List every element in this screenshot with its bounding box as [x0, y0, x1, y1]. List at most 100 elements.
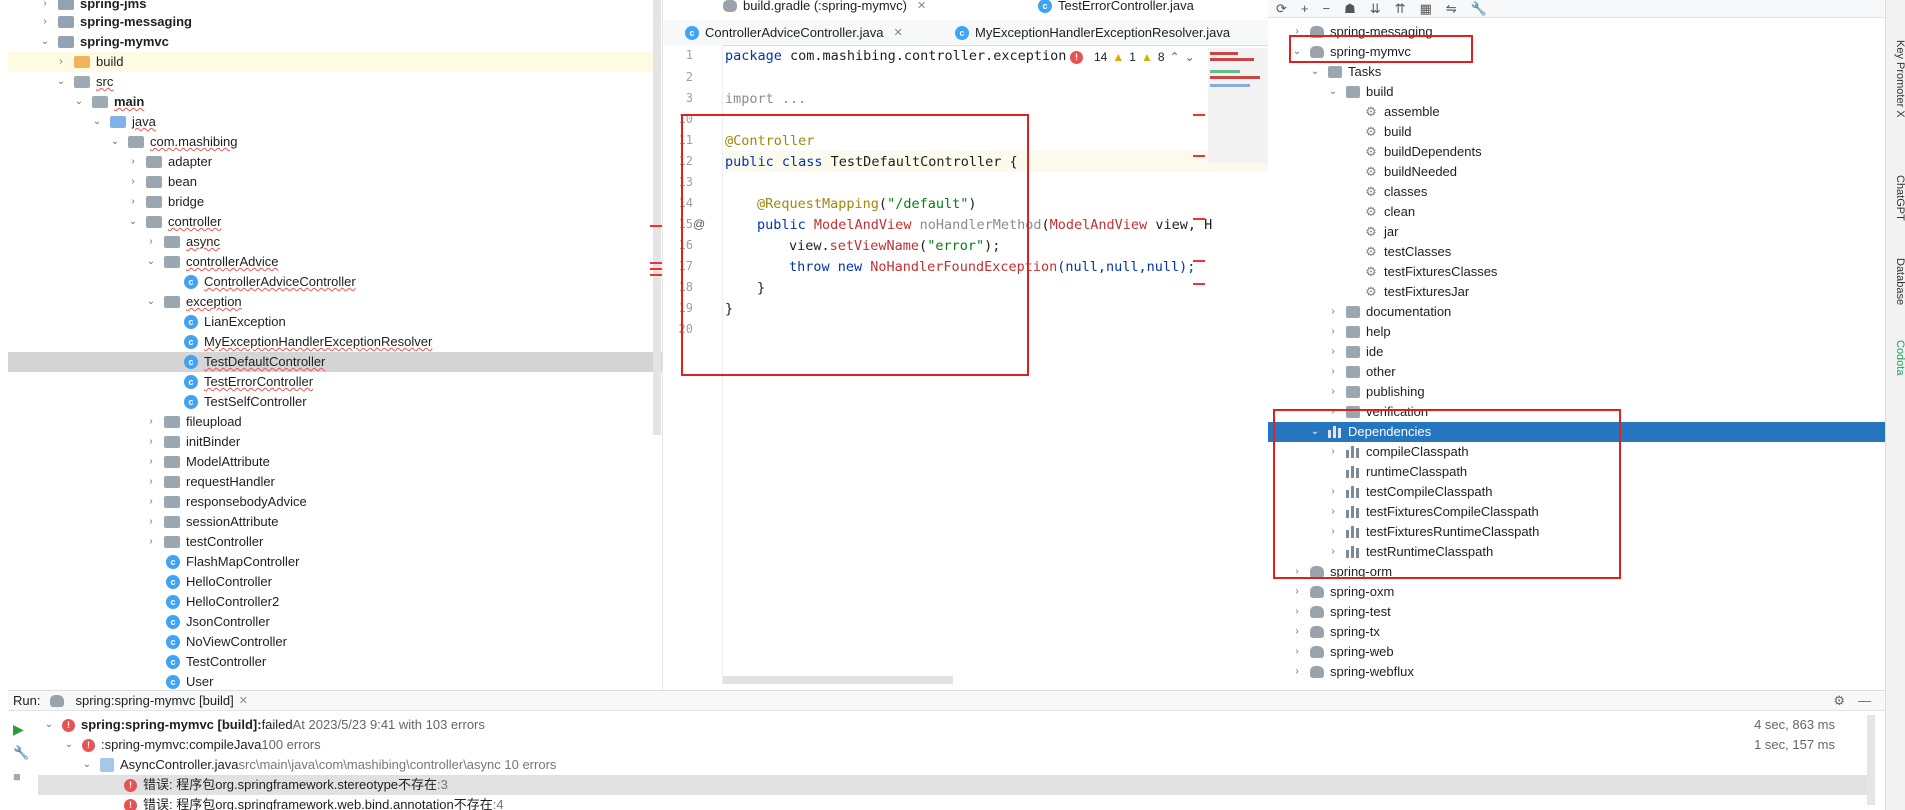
chevron-right-icon[interactable]: ›: [38, 0, 52, 11]
tree-item-hellocontroller[interactable]: c HelloController: [166, 572, 272, 592]
code-line-3[interactable]: import ...: [725, 89, 806, 109]
chevron-right-icon[interactable]: ›: [144, 435, 158, 449]
error-stripe-mark[interactable]: [1193, 283, 1205, 285]
chevron-down-icon[interactable]: ⌄: [1185, 50, 1195, 64]
error-stripe-mark[interactable]: [1193, 218, 1205, 220]
tree-item-exception[interactable]: ⌄ exception: [144, 292, 242, 312]
chevron-right-icon[interactable]: ›: [54, 55, 68, 69]
gear-icon[interactable]: ⚙: [1833, 693, 1845, 709]
chevron-right-icon[interactable]: ›: [144, 475, 158, 489]
close-icon[interactable]: ✕: [917, 0, 926, 18]
codota-tab[interactable]: Codota: [1886, 340, 1905, 375]
chevron-right-icon[interactable]: ›: [1290, 625, 1304, 639]
chevron-down-icon[interactable]: ⌄: [72, 95, 86, 109]
group-icon[interactable]: ▦: [1420, 1, 1432, 17]
toggle-offline-icon[interactable]: ⇋: [1446, 1, 1457, 17]
tree-item-testcontroller[interactable]: c TestController: [166, 652, 266, 672]
chevron-down-icon[interactable]: ⌄: [108, 135, 122, 149]
tree-item-bean[interactable]: › bean: [126, 172, 197, 192]
tree-item-main[interactable]: ⌄ main: [72, 92, 145, 112]
gradle-item-spring-webflux[interactable]: › spring-webflux: [1290, 662, 1414, 682]
chatgpt-tab[interactable]: ChatGPT: [1886, 175, 1905, 221]
tree-item-modelattribute[interactable]: › ModelAttribute: [144, 452, 270, 472]
gradle-item-spring-web[interactable]: › spring-web: [1290, 642, 1393, 662]
tree-item-controlleradvice[interactable]: ⌄ controllerAdvice: [144, 252, 279, 272]
chevron-down-icon[interactable]: ⌄: [38, 35, 52, 49]
gradle-task-testfixturesclasses[interactable]: ⚙ testFixturesClasses: [1364, 262, 1497, 282]
chevron-right-icon[interactable]: ›: [1290, 645, 1304, 659]
tree-item-adapter[interactable]: › adapter: [126, 152, 212, 172]
chevron-right-icon[interactable]: ›: [38, 15, 52, 29]
tree-item-build[interactable]: › build: [8, 52, 662, 72]
chevron-right-icon[interactable]: ›: [1326, 345, 1340, 359]
key-promoter-tab[interactable]: Key Promoter X: [1886, 40, 1905, 118]
chevron-right-icon[interactable]: ›: [1290, 665, 1304, 679]
add-icon[interactable]: +: [1301, 1, 1309, 16]
tree-item-spring-mymvc[interactable]: ⌄ spring-mymvc: [38, 32, 169, 52]
tree-item-initbinder[interactable]: › initBinder: [144, 432, 240, 452]
wrench-icon[interactable]: 🔧: [1471, 1, 1487, 17]
gradle-task-clean[interactable]: ⚙ clean: [1364, 202, 1415, 222]
chevron-right-icon[interactable]: ›: [144, 415, 158, 429]
code-line-1[interactable]: package com.mashibing.controller.excepti…: [725, 46, 1066, 66]
close-icon[interactable]: ✕: [239, 694, 248, 707]
collapse-all-icon[interactable]: ⇈: [1395, 1, 1406, 17]
run-scrollbar[interactable]: [1867, 715, 1875, 805]
tree-item-testcontroller-pkg[interactable]: › testController: [144, 532, 263, 552]
horizontal-scrollbar[interactable]: [723, 676, 953, 684]
chevron-right-icon[interactable]: ›: [144, 455, 158, 469]
tree-item-sessionattribute[interactable]: › sessionAttribute: [144, 512, 278, 532]
tree-item-controlleradvicecontroller[interactable]: c ControllerAdviceController: [184, 272, 356, 292]
stop-icon[interactable]: ■: [13, 769, 21, 784]
chevron-down-icon[interactable]: ⌄: [144, 255, 158, 269]
expand-all-icon[interactable]: ⇊: [1370, 1, 1381, 17]
database-tab[interactable]: Database: [1886, 258, 1905, 305]
gradle-item-other[interactable]: › other: [1326, 362, 1395, 382]
gradle-item-tasks[interactable]: ⌄ Tasks: [1308, 62, 1381, 82]
inspection-widget[interactable]: ! 14 ▲ 1 ▲ 8 ⌃ ⌄: [1070, 50, 1195, 64]
minimap[interactable]: [1208, 48, 1268, 163]
gradle-task-classes[interactable]: ⚙ classes: [1364, 182, 1427, 202]
chevron-right-icon[interactable]: ›: [144, 515, 158, 529]
tree-item-fileupload[interactable]: › fileupload: [144, 412, 241, 432]
chevron-down-icon[interactable]: ⌄: [90, 115, 104, 129]
run-row-compilejava[interactable]: ⌄!:spring-mymvc:compileJava 100 errors: [62, 735, 321, 755]
tree-item-java[interactable]: ⌄ java: [90, 112, 156, 132]
chevron-right-icon[interactable]: ›: [144, 535, 158, 549]
tree-item-testdefaultcontroller[interactable]: c TestDefaultController: [8, 352, 662, 372]
gradle-item-help[interactable]: › help: [1326, 322, 1390, 342]
chevron-right-icon[interactable]: ›: [126, 195, 140, 209]
gradle-item-build-group[interactable]: ⌄ build: [1326, 82, 1394, 102]
run-tab[interactable]: spring:spring-mymvc [build] ✕: [50, 693, 248, 708]
close-icon[interactable]: ✕: [893, 21, 902, 45]
tree-item-bridge[interactable]: › bridge: [126, 192, 204, 212]
chevron-down-icon[interactable]: ⌄: [42, 718, 56, 732]
tree-item-async[interactable]: › async: [144, 232, 220, 252]
error-stripe-mark[interactable]: [1193, 260, 1205, 262]
chevron-right-icon[interactable]: ›: [1326, 365, 1340, 379]
refresh-icon[interactable]: ⟳: [1276, 1, 1287, 17]
chevron-down-icon[interactable]: ⌄: [80, 758, 94, 772]
gradle-task-build[interactable]: ⚙ build: [1364, 122, 1411, 142]
gradle-item-spring-test[interactable]: › spring-test: [1290, 602, 1390, 622]
gradle-task-builddependents[interactable]: ⚙ buildDependents: [1364, 142, 1481, 162]
gradle-run-icon[interactable]: ☗: [1344, 1, 1356, 17]
chevron-down-icon[interactable]: ⌄: [144, 295, 158, 309]
tree-item-noviewcontroller[interactable]: c NoViewController: [166, 632, 287, 652]
chevron-right-icon[interactable]: ›: [1326, 385, 1340, 399]
rerun-icon[interactable]: ▶: [13, 721, 24, 738]
chevron-right-icon[interactable]: ›: [1326, 305, 1340, 319]
gradle-task-testfixturesjar[interactable]: ⚙ testFixturesJar: [1364, 282, 1469, 302]
tree-item-jsoncontroller[interactable]: c JsonController: [166, 612, 270, 632]
chevron-right-icon[interactable]: ›: [1290, 585, 1304, 599]
run-row-error-1[interactable]: ! 错误: 程序包org.springframework.stereotype不存…: [38, 775, 1873, 795]
collapse-icon[interactable]: −: [1323, 1, 1331, 16]
tree-item-flashmapcontroller[interactable]: c FlashMapController: [166, 552, 299, 572]
chevron-right-icon[interactable]: ›: [144, 495, 158, 509]
tree-item-requesthandler[interactable]: › requestHandler: [144, 472, 275, 492]
minimize-icon[interactable]: —: [1858, 693, 1871, 708]
tree-item-user[interactable]: c User: [166, 672, 213, 690]
gradle-item-spring-tx[interactable]: › spring-tx: [1290, 622, 1380, 642]
tree-item-testerrorcontroller[interactable]: c TestErrorController: [184, 372, 313, 392]
gradle-task-assemble[interactable]: ⚙ assemble: [1364, 102, 1439, 122]
